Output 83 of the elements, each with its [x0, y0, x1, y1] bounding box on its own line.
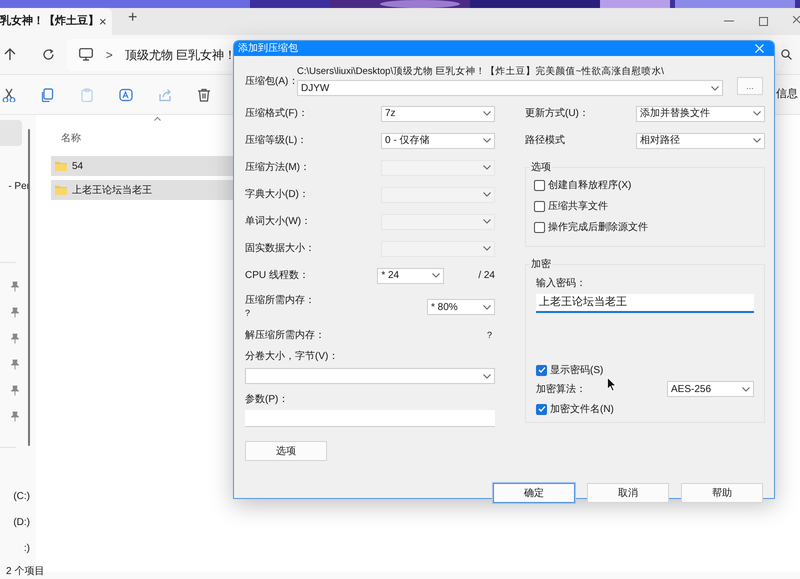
password-label: 输入密码：: [536, 276, 587, 291]
new-tab-button[interactable]: +: [128, 6, 138, 30]
pin-icon[interactable]: [11, 385, 19, 396]
field-label: 解压缩所需内存：: [245, 328, 325, 343]
sort-caret-icon[interactable]: [154, 117, 161, 121]
dialog-button[interactable]: 取消: [587, 483, 669, 503]
folder-icon: [55, 185, 67, 195]
dropdown[interactable]: AES-256: [667, 381, 754, 397]
memory-value: ?: [245, 307, 252, 320]
dialog-button[interactable]: 确定: [493, 483, 575, 503]
archive-label: 压缩包(A)：: [245, 76, 297, 88]
clipboard-icon[interactable]: [80, 88, 94, 102]
sidebar-item[interactable]: - Per: [0, 178, 30, 195]
memory-value: ?: [486, 328, 492, 342]
monitor-icon: [78, 48, 93, 61]
scrollbar-thumb[interactable]: [28, 129, 30, 446]
details-button[interactable]: 信息: [776, 86, 798, 103]
close-tab-button[interactable]: ×: [99, 12, 107, 32]
field-label: CPU 线程数：: [245, 268, 309, 283]
dialog-button[interactable]: 帮助: [681, 483, 763, 503]
archive-path: C:\Users\liuxi\Desktop\顶级尤物 巨乳女神！【炸土豆】完美颜值~性欲高涨自慰喷水\: [297, 66, 665, 78]
pin-icon[interactable]: [11, 307, 19, 318]
folder-icon: [55, 161, 67, 171]
close-icon[interactable]: [755, 44, 764, 53]
field-label: 参数(P)：: [245, 392, 290, 407]
share-icon[interactable]: [158, 88, 172, 102]
password-field[interactable]: 上老王论坛当老王: [536, 294, 754, 313]
refresh-icon[interactable]: [42, 48, 55, 61]
sidebar-item[interactable]: (C:): [0, 488, 30, 505]
checkbox-label[interactable]: 压缩共享文件: [548, 199, 608, 214]
dropdown[interactable]: 添加并替换文件: [636, 106, 765, 122]
dropdown[interactable]: * 80%: [427, 299, 495, 315]
checkbox[interactable]: [536, 404, 547, 414]
scissors-icon[interactable]: [2, 88, 16, 102]
field-label: 更新方式(U)：: [525, 106, 589, 121]
parameters-input[interactable]: [245, 410, 495, 427]
dialog-title: 添加到压缩包: [238, 42, 298, 56]
options-button[interactable]: 选项: [245, 441, 327, 461]
field-label: 加密算法：: [536, 382, 586, 396]
dropdown[interactable]: * 24: [377, 268, 444, 284]
pin-icon[interactable]: [11, 333, 19, 344]
field-label: 单词大小(W)：: [245, 214, 312, 229]
checkbox-label[interactable]: 加密文件名(N): [550, 402, 614, 416]
dropdown[interactable]: 0 - 仅存储: [381, 132, 495, 148]
dropdown[interactable]: 7z: [381, 106, 495, 122]
trash-icon[interactable]: [197, 88, 211, 102]
search-icon[interactable]: [781, 49, 792, 60]
up-arrow-icon[interactable]: [4, 48, 16, 61]
archive-name-combo[interactable]: DJYW: [297, 80, 723, 96]
pin-icon[interactable]: [11, 411, 19, 422]
field-label: 压缩格式(F)：: [245, 106, 308, 121]
pin-icon[interactable]: [11, 359, 19, 370]
field-label: 路径模式: [525, 134, 565, 148]
checkbox-label[interactable]: 显示密码(S): [550, 362, 604, 378]
status-text: 2 个项目: [6, 566, 44, 578]
copy-icon[interactable]: [40, 88, 54, 102]
mouse-cursor-icon: [607, 377, 617, 392]
sidebar-item[interactable]: :): [0, 540, 30, 557]
minimize-icon[interactable]: [724, 20, 734, 22]
field-label: 压缩等级(L)：: [245, 134, 308, 148]
breadcrumb-item[interactable]: 顶级尤物 巨乳女神！: [124, 46, 236, 64]
breadcrumb-separator: >: [106, 46, 113, 64]
field-label: 压缩所需内存：: [245, 294, 315, 307]
checkbox[interactable]: [534, 180, 545, 191]
checkbox-label[interactable]: 创建自释放程序(X): [548, 178, 632, 193]
close-icon[interactable]: [793, 16, 800, 26]
dropdown[interactable]: 相对路径: [636, 132, 765, 148]
browser-tab[interactable]: 乳女神！【炸土豆】×: [0, 8, 112, 35]
sidebar-item[interactable]: (D:): [0, 514, 30, 531]
checkbox[interactable]: [536, 364, 547, 376]
column-header[interactable]: 名称: [61, 133, 81, 144]
checkbox[interactable]: [534, 222, 545, 233]
maximize-icon[interactable]: [759, 16, 768, 26]
browse-button[interactable]: ...: [737, 77, 763, 95]
field-label: 固实数据大小：: [245, 242, 315, 256]
field-label: 分卷大小，字节(V)：: [245, 350, 340, 364]
rename-icon[interactable]: [119, 88, 133, 102]
thread-max: / 24: [478, 269, 495, 283]
group-title: 加密: [530, 258, 552, 272]
checkbox-label[interactable]: 操作完成后删除源文件: [548, 220, 648, 235]
pin-icon[interactable]: [11, 281, 19, 292]
checkbox[interactable]: [534, 201, 545, 212]
group-title: 选项: [530, 160, 552, 175]
